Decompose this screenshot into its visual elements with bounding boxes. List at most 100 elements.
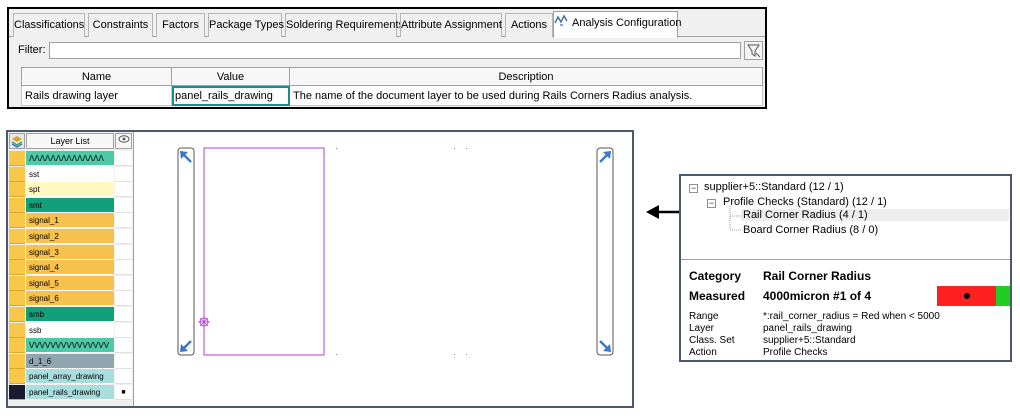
layer-row[interactable]: VVVVVVVVVVVVVVV [8, 338, 134, 354]
layer-name[interactable]: VVVVVVVVVVVVVVV [26, 338, 114, 354]
table-row[interactable]: Rails drawing layer panel_rails_drawing … [21, 85, 763, 106]
tab-label: Actions [510, 19, 548, 31]
tab-constraints[interactable]: Constraints [88, 13, 153, 37]
tab-package-types[interactable]: Package Types [208, 13, 284, 37]
tree-item-rail-corner-radius[interactable]: Rail Corner Radius (4 / 1) [741, 209, 1009, 221]
layer-color-swatch[interactable] [9, 197, 25, 213]
layer-visibility-toggle[interactable] [115, 197, 132, 213]
analysis-config-icon [554, 12, 568, 34]
tree-item-board-corner-radius[interactable]: Board Corner Radius (8 / 0) [741, 224, 878, 236]
layer-visibility-toggle[interactable] [115, 322, 132, 338]
tab-actions[interactable]: Actions [505, 13, 553, 37]
layer-color-swatch[interactable] [9, 275, 25, 291]
layer-color-swatch[interactable] [9, 353, 25, 369]
layer-color-swatch[interactable] [9, 229, 25, 244]
cell-value[interactable]: panel_rails_drawing [171, 85, 290, 106]
layer-color-swatch[interactable] [9, 307, 25, 322]
layer-visibility-toggle[interactable] [115, 307, 132, 322]
layer-visibility-toggle[interactable] [115, 291, 132, 307]
layer-name[interactable]: signal_5 [26, 275, 114, 291]
layer-color-swatch[interactable] [9, 369, 25, 385]
layer-name[interactable]: signal_4 [26, 260, 114, 276]
layer-visibility-toggle[interactable] [115, 166, 132, 182]
layer-row[interactable]: smt [8, 197, 134, 214]
layer-name[interactable]: smt [26, 197, 114, 213]
layer-row[interactable]: signal_3 [8, 244, 134, 261]
layer-visibility-toggle[interactable] [115, 151, 132, 166]
column-header-description[interactable]: Description [289, 67, 763, 86]
detail-value-layer: panel_rails_drawing [763, 323, 852, 334]
layer-color-swatch[interactable] [9, 244, 25, 260]
measurement-status-bar[interactable] [937, 286, 1010, 306]
layer-visibility-toggle[interactable] [115, 182, 132, 198]
eye-icon[interactable] [115, 133, 132, 149]
board-outline[interactable] [203, 147, 325, 356]
layer-name[interactable]: ssb [26, 322, 114, 338]
layer-color-swatch[interactable] [9, 260, 25, 276]
layer-color-swatch[interactable] [9, 338, 25, 354]
cell-description[interactable]: The name of the document layer to be use… [289, 85, 763, 106]
filter-button[interactable] [744, 41, 763, 60]
layer-row[interactable]: signal_4 [8, 260, 134, 276]
analysis-results-panel: − supplier+5::Standard (12 / 1) − Profil… [679, 174, 1012, 362]
layer-name[interactable]: spt [26, 182, 114, 198]
layer-color-swatch[interactable] [9, 385, 25, 400]
layer-row[interactable]: signal_1 [8, 213, 134, 229]
layer-color-swatch[interactable] [9, 291, 25, 307]
layer-row[interactable]: panel_rails_drawing ■ [8, 385, 134, 401]
layer-list-title: Layer List [26, 133, 114, 149]
layer-name[interactable]: panel_rails_drawing [26, 385, 114, 400]
measurement-marker [964, 293, 970, 299]
layer-visibility-toggle[interactable] [115, 229, 132, 244]
layer-color-swatch[interactable] [9, 322, 25, 338]
layer-visibility-toggle[interactable] [115, 353, 132, 369]
layer-row[interactable]: signal_2 [8, 229, 134, 245]
tab-label: Constraints [92, 19, 149, 31]
tab-label: Classifications [14, 19, 85, 31]
layer-visibility-toggle[interactable] [115, 260, 132, 276]
layer-name[interactable]: signal_2 [26, 229, 114, 244]
layer-color-swatch[interactable] [9, 182, 25, 198]
filter-input[interactable] [49, 42, 741, 59]
layer-visibility-toggle[interactable] [115, 338, 132, 354]
layer-row[interactable]: ΛΛΛΛΛΛΛΛΛΛΛΛΛΛ [8, 151, 134, 167]
layer-row[interactable]: signal_5 [8, 275, 134, 292]
layer-name[interactable]: ΛΛΛΛΛΛΛΛΛΛΛΛΛΛ [26, 151, 114, 166]
layer-name[interactable]: sst [26, 166, 114, 182]
board-canvas[interactable] [136, 132, 632, 406]
layer-visibility-toggle[interactable] [115, 275, 132, 291]
layer-name[interactable]: smb [26, 307, 114, 322]
tab-attribute-assignment[interactable]: Attribute Assignment [400, 13, 502, 37]
right-rail[interactable] [596, 147, 614, 356]
layer-visibility-toggle[interactable]: ■ [115, 385, 132, 400]
layer-name[interactable]: panel_array_drawing [26, 369, 114, 385]
results-tree: − supplier+5::Standard (12 / 1) − Profil… [681, 176, 1010, 260]
layer-row[interactable]: panel_array_drawing [8, 369, 134, 385]
column-header-value[interactable]: Value [171, 67, 290, 86]
column-header-name[interactable]: Name [21, 67, 172, 86]
tab-analysis-configuration[interactable]: Analysis Configuration [553, 11, 681, 38]
layers-icon[interactable] [9, 133, 25, 149]
layer-row[interactable]: signal_6 [8, 291, 134, 307]
layer-name[interactable]: signal_1 [26, 213, 114, 229]
layer-color-swatch[interactable] [9, 213, 25, 229]
layer-name[interactable]: signal_6 [26, 291, 114, 307]
layer-color-swatch[interactable] [9, 151, 25, 166]
left-rail[interactable] [177, 147, 195, 356]
layer-name[interactable]: d_1_6 [26, 353, 114, 369]
tab-factors[interactable]: Factors [156, 13, 205, 37]
layer-row[interactable]: sst [8, 166, 134, 183]
layer-color-swatch[interactable] [9, 166, 25, 182]
tab-soldering-requirements[interactable]: Soldering Requirements [285, 13, 404, 37]
layer-name[interactable]: signal_3 [26, 244, 114, 260]
layer-row[interactable]: ssb [8, 322, 134, 339]
tab-classifications[interactable]: Classifications [13, 13, 85, 37]
layer-row[interactable]: d_1_6 [8, 353, 134, 370]
layer-visibility-toggle[interactable] [115, 244, 132, 260]
layer-row[interactable]: spt [8, 182, 134, 198]
cell-name[interactable]: Rails drawing layer [21, 85, 172, 106]
layer-visibility-toggle[interactable] [115, 369, 132, 385]
layer-row[interactable]: smb [8, 307, 134, 323]
layer-visibility-toggle[interactable] [115, 213, 132, 229]
tab-label: Factors [162, 19, 199, 31]
